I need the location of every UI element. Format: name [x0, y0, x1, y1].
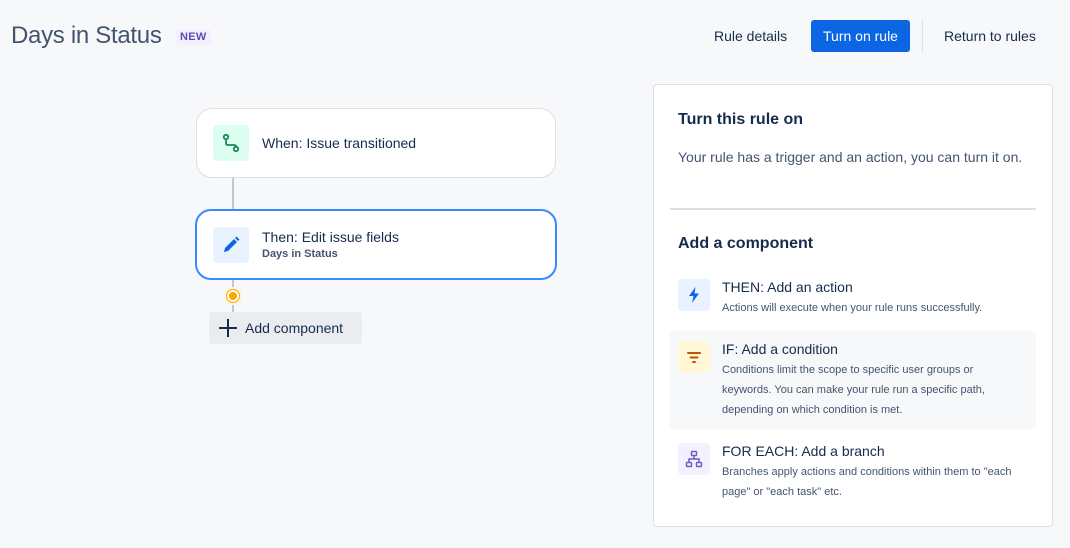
add-branch-title: FOR EACH: Add a branch: [722, 443, 885, 459]
action-subtitle: Days in Status: [262, 248, 338, 260]
action-title: Then: Edit issue fields: [262, 229, 399, 245]
header-divider: [922, 20, 923, 52]
add-branch-description: Branches apply actions and conditions wi…: [722, 466, 1012, 498]
new-badge: NEW: [176, 29, 211, 45]
add-component-label: Add component: [245, 320, 344, 336]
add-action-description: Actions will execute when your rule runs…: [722, 302, 983, 314]
add-condition-description: Conditions limit the scope to specific u…: [722, 364, 985, 416]
branch-icon: [678, 443, 710, 475]
action-card[interactable]: Then: Edit issue fields Days in Status: [195, 209, 557, 280]
panel-title: Turn this rule on: [678, 111, 804, 128]
automation-rule-editor: Days in Status NEW Rule details Turn on …: [0, 0, 1070, 548]
page-title: Days in Status: [11, 22, 162, 49]
plus-icon: [219, 319, 237, 337]
transition-icon: [213, 125, 249, 161]
connector-line: [232, 305, 234, 312]
add-action-title: THEN: Add an action: [722, 279, 853, 295]
trigger-title: When: Issue transitioned: [262, 135, 417, 151]
connector-line: [232, 178, 234, 209]
pencil-icon: [213, 226, 249, 263]
add-action-option[interactable]: THEN: Add an action Actions will execute…: [670, 275, 1036, 321]
lightning-icon: [678, 279, 710, 311]
panel-divider: [670, 208, 1036, 210]
trigger-card[interactable]: When: Issue transitioned: [196, 108, 556, 178]
rule-details-button[interactable]: Rule details: [702, 20, 799, 52]
panel-description: Your rule has a trigger and an action, y…: [678, 149, 1023, 165]
turn-on-rule-button[interactable]: Turn on rule: [811, 20, 910, 52]
add-condition-option[interactable]: IF: Add a condition Conditions limit the…: [670, 331, 1036, 429]
add-branch-option[interactable]: FOR EACH: Add a branch Branches apply ac…: [670, 439, 1036, 505]
section-title: Add a component: [678, 235, 814, 252]
add-condition-title: IF: Add a condition: [722, 341, 838, 357]
insertion-point-dot[interactable]: [224, 287, 242, 305]
filter-icon: [678, 341, 710, 373]
add-component-button[interactable]: Add component: [209, 312, 362, 344]
side-panel: Turn this rule on Your rule has a trigge…: [653, 84, 1053, 527]
return-to-rules-button[interactable]: Return to rules: [932, 20, 1048, 52]
